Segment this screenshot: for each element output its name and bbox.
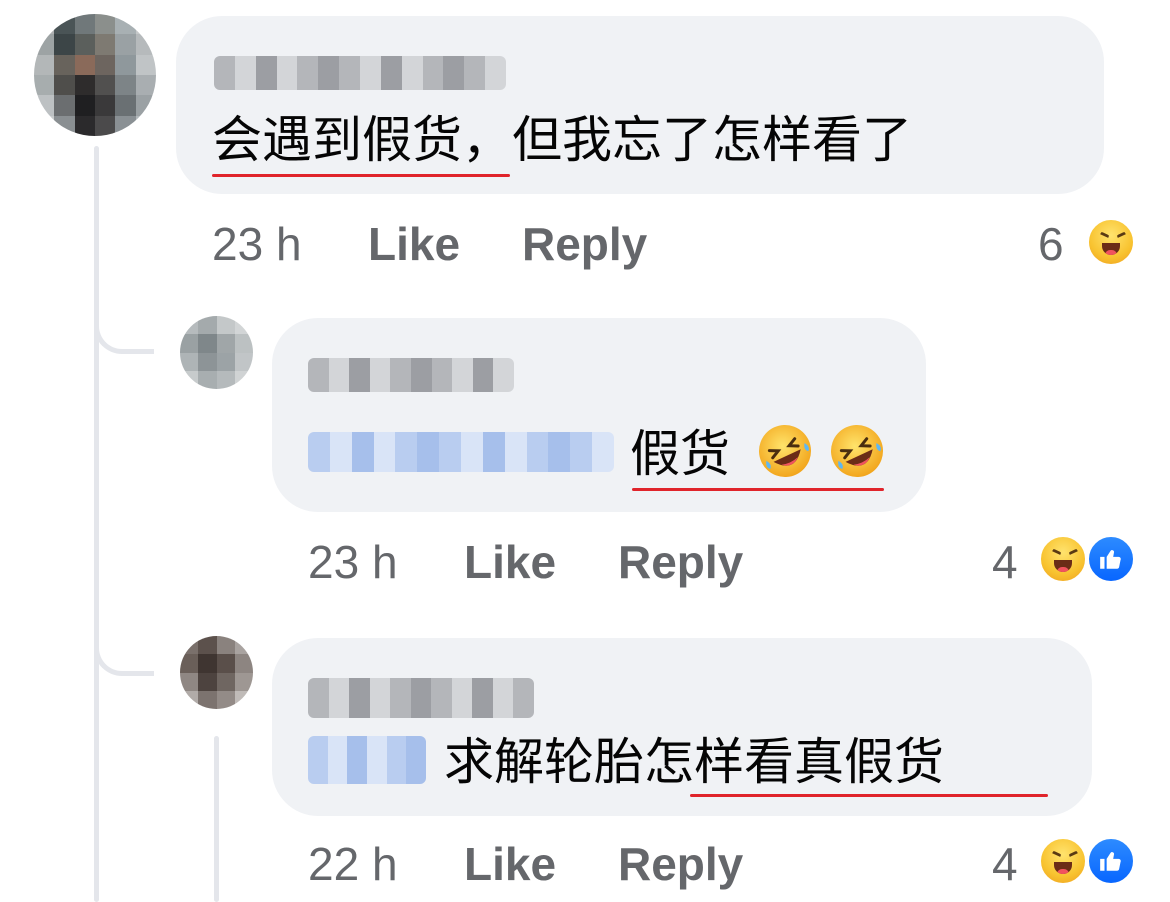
haha-icon[interactable]: [1038, 836, 1088, 886]
reply-button[interactable]: Reply: [522, 218, 647, 270]
comment-timestamp[interactable]: 22 h: [308, 838, 398, 890]
commenter-name-blurred[interactable]: [214, 56, 506, 90]
haha-icon[interactable]: [1038, 534, 1088, 584]
thread-line-reply: [214, 736, 219, 902]
comment-text: 假货: [630, 426, 730, 482]
thread-line-main: [94, 146, 99, 902]
avatar[interactable]: [34, 14, 156, 136]
text-underline: [690, 794, 1048, 797]
like-icon[interactable]: [1086, 836, 1136, 886]
comment-bubble: 会遇到假货，但我忘了怎样看了: [176, 16, 1104, 194]
comment-bubble: 求解轮胎怎样看真假货: [272, 638, 1092, 816]
comment-timestamp[interactable]: 23 h: [212, 218, 302, 270]
mention-tag-blurred[interactable]: [308, 432, 614, 472]
like-icon[interactable]: [1086, 534, 1136, 584]
text-underline: [212, 174, 510, 177]
avatar[interactable]: [180, 636, 253, 709]
comment-text: 求解轮胎怎样看真假货: [444, 734, 944, 790]
rolling-laughing-emoji: [759, 425, 811, 477]
haha-icon[interactable]: [1086, 217, 1136, 267]
like-button[interactable]: Like: [464, 536, 556, 588]
reaction-count[interactable]: 4: [992, 536, 1018, 588]
like-button[interactable]: Like: [368, 218, 460, 270]
avatar[interactable]: [180, 316, 253, 389]
comment-text: 会遇到假货，但我忘了怎样看了: [212, 112, 912, 168]
commenter-name-blurred[interactable]: [308, 678, 534, 718]
reaction-count[interactable]: 4: [992, 838, 1018, 890]
text-underline: [632, 488, 884, 491]
commenter-name-blurred[interactable]: [308, 358, 514, 392]
comment-bubble: 假货: [272, 318, 926, 512]
thread-branch-1: [94, 300, 154, 354]
reaction-count[interactable]: 6: [1038, 218, 1064, 270]
reply-button[interactable]: Reply: [618, 536, 743, 588]
rolling-laughing-emoji: [831, 425, 883, 477]
reply-button[interactable]: Reply: [618, 838, 743, 890]
thread-branch-2: [94, 622, 154, 676]
mention-tag-blurred[interactable]: [308, 736, 426, 784]
like-button[interactable]: Like: [464, 838, 556, 890]
comment-timestamp[interactable]: 23 h: [308, 536, 398, 588]
